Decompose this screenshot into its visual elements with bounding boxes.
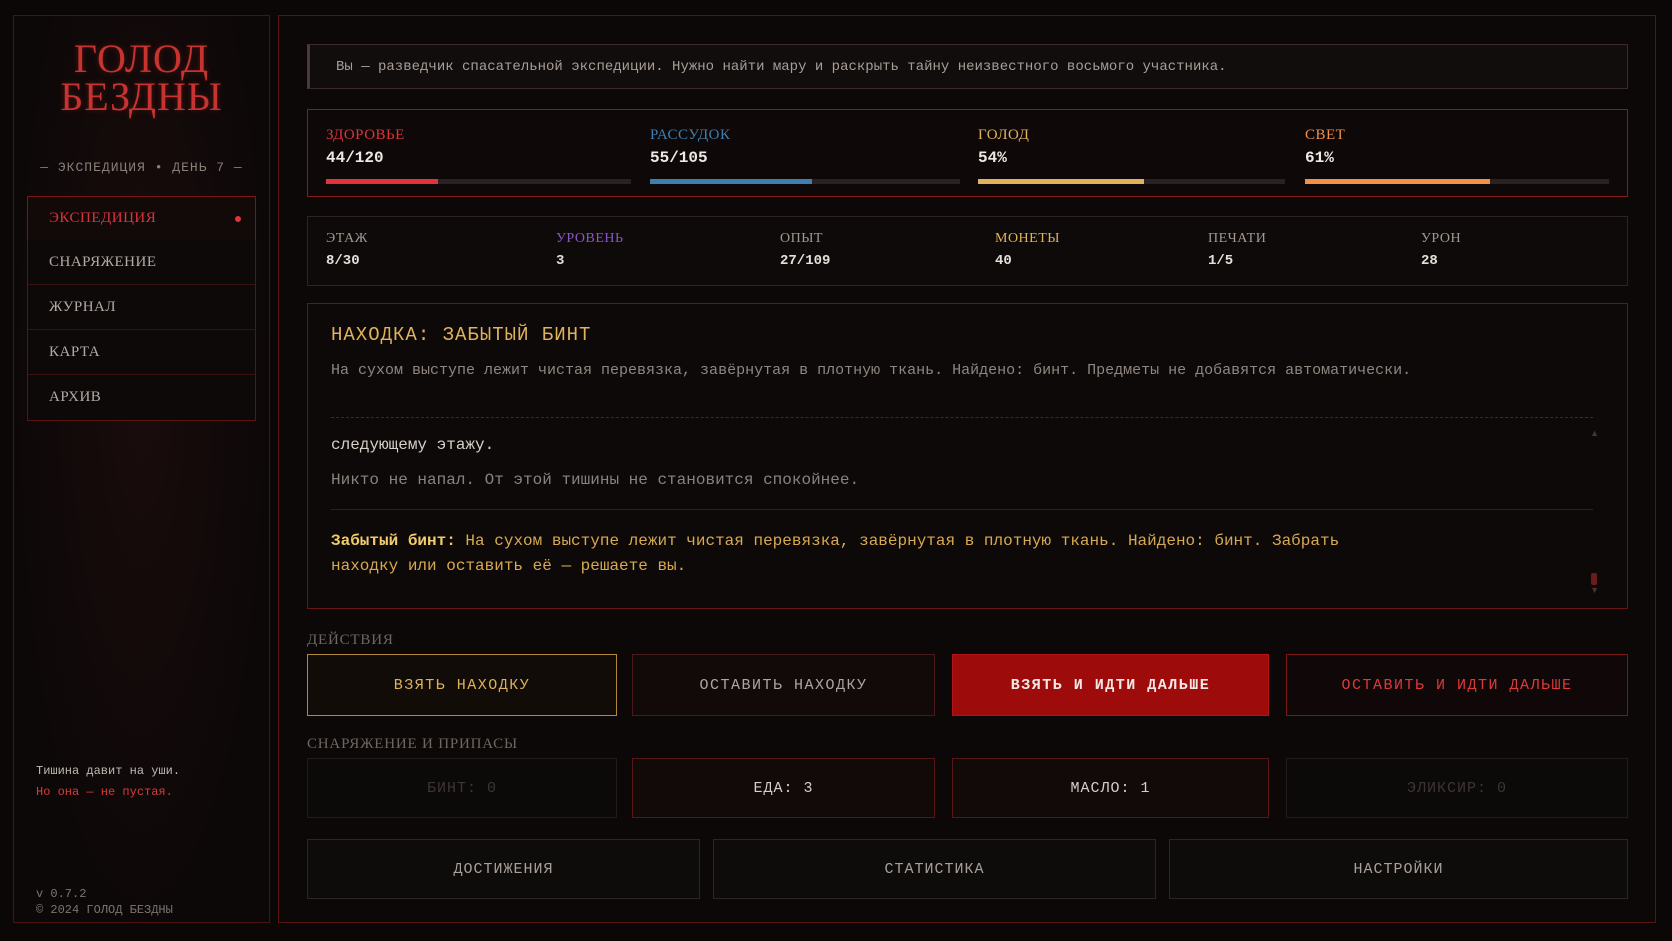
sidebar-item-expedition[interactable]: ЭКСПЕДИЦИЯ bbox=[27, 196, 256, 241]
sanity-bar bbox=[650, 179, 960, 184]
flavor-text-line2: Но она — не пустая. bbox=[36, 785, 173, 799]
achievements-button[interactable]: ДОСТИЖЕНИЯ bbox=[307, 839, 700, 899]
vital-value: 44/120 bbox=[326, 149, 384, 167]
log-item-name: Забытый бинт: bbox=[331, 532, 456, 550]
log-item-text: На сухом выступе лежит чистая перевязка,… bbox=[331, 532, 1340, 575]
supplies-section-label: СНАРЯЖЕНИЕ И ПРИПАСЫ bbox=[307, 736, 518, 752]
sidebar-item-archive[interactable]: АРХИВ bbox=[28, 375, 255, 420]
use-elixir-button: ЭЛИКСИР: 0 bbox=[1286, 758, 1628, 818]
sidebar-item-label: ЭКСПЕДИЦИЯ bbox=[49, 210, 157, 226]
stat-value: 40 bbox=[995, 253, 1012, 269]
game-title-line2: БЕЗДНЫ bbox=[60, 74, 223, 119]
take-find-button[interactable]: ВЗЯТЬ НАХОДКУ bbox=[307, 654, 617, 716]
leave-find-button[interactable]: ОСТАВИТЬ НАХОДКУ bbox=[632, 654, 935, 716]
vital-label: ЗДОРОВЬЕ bbox=[326, 127, 405, 143]
stat-value: 28 bbox=[1421, 253, 1438, 269]
copyright-label: © 2024 ГОЛОД БЕЗДНЫ bbox=[36, 903, 173, 917]
sidebar-item-label: КАРТА bbox=[49, 343, 101, 360]
stat-level: УРОВЕНЬ 3 bbox=[556, 231, 624, 269]
event-panel: НАХОДКА: ЗАБЫТЫЙ БИНТ На сухом выступе л… bbox=[307, 303, 1628, 609]
light-bar bbox=[1305, 179, 1609, 184]
take-and-continue-button[interactable]: ВЗЯТЬ И ИДТИ ДАЛЬШЕ bbox=[952, 654, 1269, 716]
sidebar-item-journal[interactable]: ЖУРНАЛ bbox=[28, 285, 255, 330]
vital-label: СВЕТ bbox=[1305, 127, 1346, 143]
sanity-bar-fill bbox=[650, 179, 813, 184]
stat-label: ЭТАЖ bbox=[326, 231, 368, 246]
sidebar-item-label: АРХИВ bbox=[49, 389, 102, 405]
version-label: v 0.7.2 bbox=[36, 887, 87, 901]
expedition-day: — ЭКСПЕДИЦИЯ • ДЕНЬ 7 — bbox=[40, 160, 243, 175]
vital-value: 54% bbox=[978, 149, 1007, 167]
stat-label: МОНЕТЫ bbox=[995, 231, 1060, 246]
health-bar bbox=[326, 179, 631, 184]
scroll-down-icon[interactable]: ▼ bbox=[1590, 585, 1599, 595]
statistics-button[interactable]: СТАТИСТИКА bbox=[713, 839, 1156, 899]
vital-health: ЗДОРОВЬЕ 44/120 bbox=[326, 127, 405, 167]
light-bar-fill bbox=[1305, 179, 1491, 184]
stat-label: УРОВЕНЬ bbox=[556, 231, 624, 246]
event-title: НАХОДКА: ЗАБЫТЫЙ БИНТ bbox=[331, 324, 592, 346]
stat-label: ОПЫТ bbox=[780, 231, 823, 246]
log-entry: следующему этажу. bbox=[331, 436, 495, 454]
intro-banner: Вы — разведчик спасательной экспедиции. … bbox=[307, 44, 1628, 89]
sidebar-nav: ЭКСПЕДИЦИЯ СНАРЯЖЕНИЕ ЖУРНАЛ КАРТА АРХИВ bbox=[27, 196, 256, 421]
flavor-text-line1: Тишина давит на уши. bbox=[36, 764, 181, 778]
divider bbox=[331, 417, 1593, 418]
leave-and-continue-button[interactable]: ОСТАВИТЬ И ИДТИ ДАЛЬШЕ bbox=[1286, 654, 1628, 716]
sidebar: ГОЛОД БЕЗДНЫ — ЭКСПЕДИЦИЯ • ДЕНЬ 7 — ЭКС… bbox=[13, 15, 270, 923]
sidebar-item-equipment[interactable]: СНАРЯЖЕНИЕ bbox=[28, 240, 255, 285]
sidebar-item-label: СНАРЯЖЕНИЕ bbox=[49, 253, 157, 270]
game-title-line1: ГОЛОД bbox=[73, 36, 210, 81]
stat-seals: ПЕЧАТИ 1/5 bbox=[1208, 231, 1266, 269]
sidebar-item-label: ЖУРНАЛ bbox=[49, 298, 117, 315]
game-title: ГОЛОД БЕЗДНЫ bbox=[14, 36, 269, 119]
hunger-bar bbox=[978, 179, 1285, 184]
vital-sanity: РАССУДОК 55/105 bbox=[650, 127, 731, 167]
vital-value: 61% bbox=[1305, 149, 1334, 167]
stat-coins: МОНЕТЫ 40 bbox=[995, 231, 1060, 269]
sidebar-item-map[interactable]: КАРТА bbox=[28, 330, 255, 375]
vital-value: 55/105 bbox=[650, 149, 708, 167]
settings-button[interactable]: НАСТРОЙКИ bbox=[1169, 839, 1628, 899]
active-indicator-dot bbox=[235, 215, 241, 222]
scroll-up-icon[interactable]: ▲ bbox=[1590, 428, 1599, 438]
log-entry-item: Забытый бинт: На сухом выступе лежит чис… bbox=[331, 529, 1381, 579]
stat-value: 27/109 bbox=[780, 253, 831, 269]
event-description: На сухом выступе лежит чистая перевязка,… bbox=[331, 362, 1412, 379]
health-bar-fill bbox=[326, 179, 438, 184]
stat-damage: УРОН 28 bbox=[1421, 231, 1461, 269]
main-panel: Вы — разведчик спасательной экспедиции. … bbox=[278, 15, 1656, 923]
vital-light: СВЕТ 61% bbox=[1305, 127, 1345, 167]
log-entry: Никто не напал. От этой тишины не станов… bbox=[331, 471, 860, 489]
actions-section-label: ДЕЙСТВИЯ bbox=[307, 632, 394, 648]
hunger-bar-fill bbox=[978, 179, 1144, 184]
stat-experience: ОПЫТ 27/109 bbox=[780, 231, 830, 269]
vital-label: РАССУДОК bbox=[650, 127, 731, 143]
stat-floor: ЭТАЖ 8/30 bbox=[326, 231, 368, 269]
vitals-panel: ЗДОРОВЬЕ 44/120 РАССУДОК 55/105 ГОЛОД 54… bbox=[307, 109, 1628, 197]
stat-value: 1/5 bbox=[1208, 253, 1234, 269]
stats-panel: ЭТАЖ 8/30 УРОВЕНЬ 3 ОПЫТ 27/109 МОНЕТЫ 4… bbox=[307, 216, 1628, 286]
stat-label: УРОН bbox=[1421, 231, 1462, 246]
vital-hunger: ГОЛОД 54% bbox=[978, 127, 1029, 167]
vital-label: ГОЛОД bbox=[978, 127, 1030, 143]
stat-label: ПЕЧАТИ bbox=[1208, 231, 1267, 246]
use-bandage-button: БИНТ: 0 bbox=[307, 758, 617, 818]
stat-value: 3 bbox=[556, 253, 565, 269]
use-food-button[interactable]: ЕДА: 3 bbox=[632, 758, 935, 818]
stat-value: 8/30 bbox=[326, 253, 360, 269]
divider bbox=[331, 509, 1593, 510]
use-oil-button[interactable]: МАСЛО: 1 bbox=[952, 758, 1269, 818]
scrollbar-thumb[interactable] bbox=[1591, 573, 1597, 585]
